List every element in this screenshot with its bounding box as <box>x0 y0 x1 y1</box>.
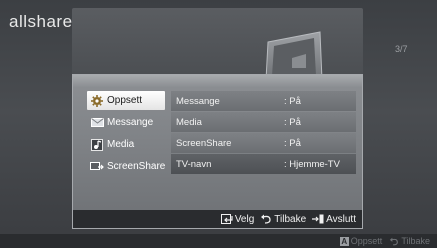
back-label: Tilbake <box>401 236 430 246</box>
return-icon <box>261 214 271 224</box>
back-label: Tilbake <box>274 213 307 225</box>
setting-label: Media <box>176 116 202 128</box>
setup-label: Oppsett <box>350 236 383 246</box>
setting-label: ScreenShare <box>176 137 232 149</box>
menu-item-label: Messange <box>107 117 154 128</box>
setting-row-media[interactable]: Media : På <box>171 112 356 132</box>
side-menu: Oppsett Messange Media ScreenShare <box>87 91 165 179</box>
enter-icon <box>220 214 233 224</box>
settings-dialog: Oppsett Messange Media ScreenShare Messa… <box>72 74 363 229</box>
dialog-header <box>73 75 362 87</box>
return-icon <box>390 237 399 245</box>
setting-row-screenshare[interactable]: ScreenShare : På <box>171 133 356 153</box>
menu-item-label: Oppsett <box>107 95 143 106</box>
bottom-bar: A Oppsett Tilbake <box>0 234 437 248</box>
setting-value: : På <box>284 137 301 149</box>
setting-row-messange[interactable]: Messange : På <box>171 91 356 111</box>
exit-label: Avslutt <box>326 213 356 225</box>
back-hint[interactable]: Tilbake <box>260 214 306 225</box>
tv-screen: allshare 3/7 Oppsett Messange Media Scre… <box>0 0 437 248</box>
menu-item-media[interactable]: Media <box>87 135 165 154</box>
setting-value: : På <box>284 95 301 107</box>
select-label: Velg <box>234 213 255 225</box>
setting-row-tv-navn[interactable]: TV-navn : Hjemme-TV <box>171 154 356 174</box>
setting-value: : På <box>284 116 301 128</box>
menu-item-label: Media <box>107 139 135 150</box>
select-hint[interactable]: Velg <box>220 213 255 225</box>
menu-item-messange[interactable]: Messange <box>87 113 165 132</box>
menu-item-screenshare[interactable]: ScreenShare <box>87 157 165 176</box>
settings-list: Messange : På Media : På ScreenShare : P… <box>171 91 356 175</box>
page-indicator: 3/7 <box>395 44 408 54</box>
exit-hint[interactable]: Avslutt <box>312 214 356 225</box>
top-banner <box>72 8 363 81</box>
setting-label: Messange <box>176 95 220 107</box>
setting-value: : Hjemme-TV <box>284 158 340 170</box>
menu-item-label: ScreenShare <box>107 161 166 172</box>
menu-item-oppsett[interactable]: Oppsett <box>87 91 165 110</box>
gear-icon <box>90 94 104 107</box>
envelope-icon <box>90 117 104 129</box>
setup-shortcut[interactable]: A Oppsett <box>339 236 383 246</box>
back-shortcut[interactable]: Tilbake <box>389 236 430 246</box>
media-icon <box>90 138 104 151</box>
screenshare-icon <box>90 161 104 173</box>
setting-label: TV-navn <box>176 158 212 170</box>
a-key-icon: A <box>339 236 349 246</box>
dialog-footer: Velg Tilbake Avslutt <box>73 210 362 228</box>
allshare-logo: allshare <box>9 12 73 31</box>
exit-icon <box>312 214 324 224</box>
